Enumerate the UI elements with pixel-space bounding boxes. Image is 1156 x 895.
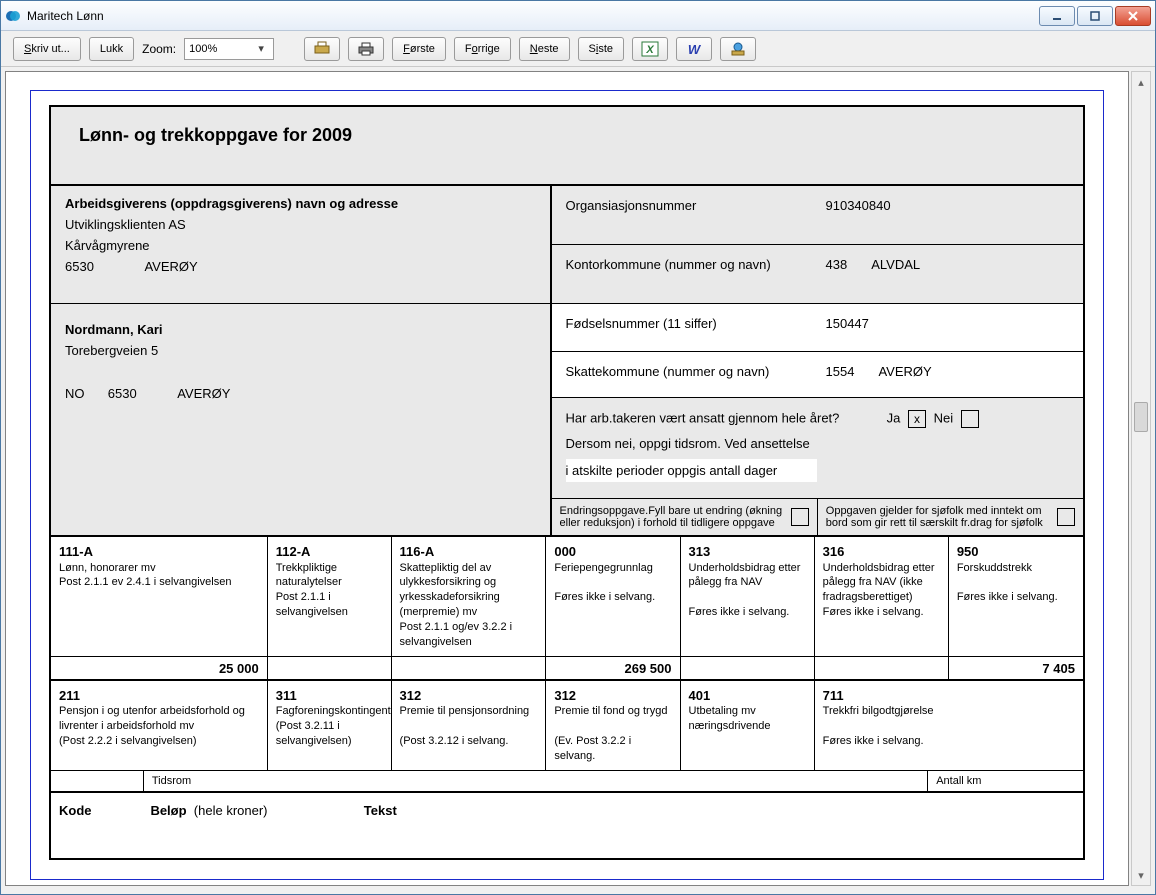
val-950: 7 405 — [949, 657, 1083, 679]
toolbar: Skriv ut... Lukk Zoom: 100% ▾ Første For… — [1, 31, 1155, 67]
tax-name: AVERØY — [878, 364, 931, 385]
emp-q2: Dersom nei, oppgi tidsrom. Ved ansettels… — [566, 436, 1069, 451]
employer-heading: Arbeidsgiverens (oppdragsgiverens) navn … — [65, 196, 536, 211]
emp-q3: i atskilte perioder oppgis antall dager — [566, 459, 818, 482]
employee-name: Nordmann, Kari — [65, 322, 536, 337]
emp-yes-label: Ja — [887, 410, 901, 425]
app-icon — [5, 8, 21, 24]
val-000: 269 500 — [546, 657, 680, 679]
emp-yes-checkbox[interactable]: x — [908, 410, 926, 428]
scroll-up-icon[interactable]: ▴ — [1132, 72, 1150, 92]
print-setup-icon-button[interactable] — [304, 37, 340, 61]
codes-row-2: 211Pensjon i og utenfor arbeidsforhold o… — [51, 681, 1083, 771]
employee-addr: Torebergveien 5 — [65, 343, 536, 358]
org-label: Organsiasjonsnummer — [566, 198, 826, 232]
close-button[interactable]: Lukk — [89, 37, 134, 61]
info-col: Organsiasjonsnummer 910340840 Kontorkomm… — [552, 186, 1083, 499]
scroll-down-icon[interactable]: ▾ — [1132, 865, 1150, 885]
close-window-button[interactable] — [1115, 6, 1151, 26]
org-value: 910340840 — [826, 198, 891, 232]
values-row-1: 25 000 269 500 7 405 — [51, 656, 1083, 681]
employer-name: Utviklingsklienten AS — [65, 217, 536, 232]
zoom-label: Zoom: — [142, 42, 176, 56]
scroll-thumb[interactable] — [1134, 402, 1148, 432]
office-num: 438 — [826, 257, 848, 291]
codes-row-1: 111-ALønn, honorarer mv Post 2.1.1 ev 2.… — [51, 537, 1083, 656]
office-label: Kontorkommune (nummer og navn) — [566, 257, 826, 291]
first-button[interactable]: Første — [392, 37, 446, 61]
change-text: Endringsoppgave.Fyll bare ut endring (øk… — [560, 505, 785, 529]
employee-country: NO — [65, 386, 85, 401]
report-viewer: Lønn- og trekkoppgave for 2009 Arbeidsgi… — [5, 71, 1129, 886]
maximize-button[interactable] — [1077, 6, 1113, 26]
office-name: ALVDAL — [871, 257, 920, 291]
employee-zip: 6530 — [108, 386, 137, 401]
word-export-icon-button[interactable]: W — [676, 37, 712, 61]
antallkm-label: Antall km — [928, 771, 1083, 791]
titlebar: Maritech Lønn — [1, 1, 1155, 31]
employer-addr1: Kårvågmyrene — [65, 238, 536, 253]
emp-q1: Har arb.takeren vært ansatt gjennom hele… — [566, 410, 840, 425]
chevron-down-icon: ▾ — [253, 39, 269, 59]
report-body: Lønn- og trekkoppgave for 2009 Arbeidsgi… — [49, 105, 1085, 860]
employer-zip: 6530 — [65, 259, 94, 274]
tidsrom-label: Tidsrom — [144, 771, 928, 791]
tax-num: 1554 — [826, 364, 855, 385]
report-title: Lønn- og trekkoppgave for 2009 — [51, 107, 1083, 186]
footer-columns: Kode Beløp (hele kroner) Tekst — [51, 793, 1083, 858]
excel-export-icon-button[interactable]: X — [632, 37, 668, 61]
fnr-label: Fødselsnummer (11 siffer) — [566, 316, 826, 339]
report-page: Lønn- og trekkoppgave for 2009 Arbeidsgi… — [30, 90, 1104, 880]
printer-icon-button[interactable] — [348, 37, 384, 61]
foot-kode: Kode — [59, 803, 150, 818]
tax-label: Skattekommune (nummer og navn) — [566, 364, 826, 385]
window-title: Maritech Lønn — [27, 9, 104, 23]
seafarer-checkbox[interactable] — [1057, 508, 1075, 526]
minimize-button[interactable] — [1039, 6, 1075, 26]
val-112a — [268, 657, 392, 679]
val-313 — [681, 657, 815, 679]
app-window: Maritech Lønn Skriv ut... Lukk Zoom: 100… — [0, 0, 1156, 895]
print-button[interactable]: Skriv ut... — [13, 37, 81, 61]
fnr-value: 150447 — [826, 316, 869, 339]
employer-employee-col: Arbeidsgiverens (oppdragsgiverens) navn … — [51, 186, 552, 499]
web-export-icon-button[interactable] — [720, 37, 756, 61]
next-button[interactable]: Neste — [519, 37, 570, 61]
val-116a — [392, 657, 547, 679]
flags-row: Endringsoppgave.Fyll bare ut endring (øk… — [51, 499, 1083, 537]
emp-no-label: Nei — [934, 410, 954, 425]
employee-city: AVERØY — [177, 386, 230, 401]
prev-button[interactable]: Forrige — [454, 37, 511, 61]
last-button[interactable]: Siste — [578, 37, 624, 61]
val-111a: 25 000 — [51, 657, 268, 679]
vertical-scrollbar[interactable]: ▴ ▾ — [1131, 71, 1151, 886]
seafarer-text: Oppgaven gjelder for sjøfolk med inntekt… — [826, 505, 1051, 529]
val-316 — [815, 657, 949, 679]
foot-tekst: Tekst — [364, 803, 397, 818]
change-checkbox[interactable] — [791, 508, 809, 526]
emp-no-checkbox[interactable] — [961, 410, 979, 428]
header-grid: Arbeidsgiverens (oppdragsgiverens) navn … — [51, 186, 1083, 499]
sub-row: Tidsrom Antall km — [51, 771, 1083, 793]
employer-city: AVERØY — [144, 259, 197, 274]
svg-text:X: X — [645, 44, 654, 56]
svg-text:W: W — [688, 42, 702, 57]
zoom-combobox[interactable]: 100% ▾ — [184, 38, 274, 60]
